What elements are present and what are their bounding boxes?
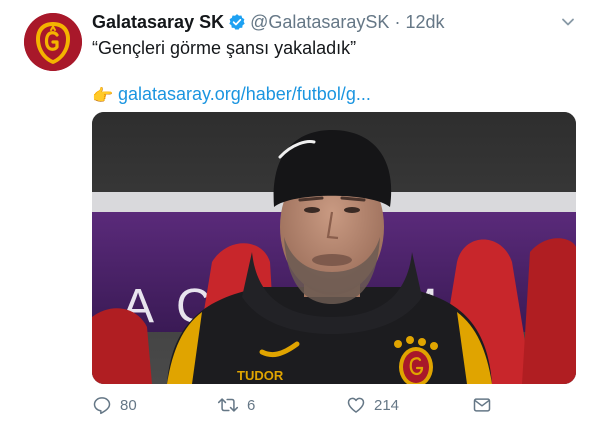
retweet-icon [217, 398, 239, 412]
separator-dot: · [394, 12, 401, 32]
heart-icon [347, 397, 365, 413]
tweet-text: “Gençleri görme şansı yakaladık” [92, 38, 357, 58]
reply-button[interactable]: 80 [92, 394, 137, 416]
author-name[interactable]: Galatasaray SK [92, 10, 224, 34]
tweet-header: Galatasaray SK @GalatasaraySK · 12dk [92, 10, 444, 34]
direct-message-button[interactable] [472, 394, 500, 416]
reply-icon [93, 397, 111, 415]
jersey-sponsor-text: TUDOR [237, 368, 284, 383]
author-handle[interactable]: @GalatasaraySK [250, 10, 389, 34]
verified-badge-icon [228, 13, 246, 31]
galatasaray-logo-icon [24, 13, 82, 71]
tweet[interactable]: Galatasaray SK @GalatasaraySK · 12dk “Ge… [0, 0, 600, 428]
like-button[interactable]: 214 [346, 394, 399, 416]
chevron-down-icon[interactable] [560, 14, 576, 30]
tweet-link-line: 👉 galatasaray.org/haber/futbol/g... [92, 82, 371, 106]
tweet-actions: 80 6 214 [92, 394, 576, 416]
avatar[interactable] [24, 13, 82, 71]
envelope-icon [473, 398, 491, 412]
retweet-button[interactable]: 6 [217, 394, 255, 416]
tweet-media-photo[interactable]: ACADEMY [92, 112, 576, 384]
retweet-count: 6 [247, 396, 256, 414]
article-link[interactable]: galatasaray.org/haber/futbol/g... [118, 82, 371, 106]
reply-count: 80 [120, 396, 137, 414]
like-count: 214 [374, 396, 400, 414]
coach-photo: ACADEMY [92, 112, 576, 384]
pointing-hand-icon: 👉 [92, 86, 114, 105]
tweet-timestamp[interactable]: 12dk [405, 10, 444, 34]
